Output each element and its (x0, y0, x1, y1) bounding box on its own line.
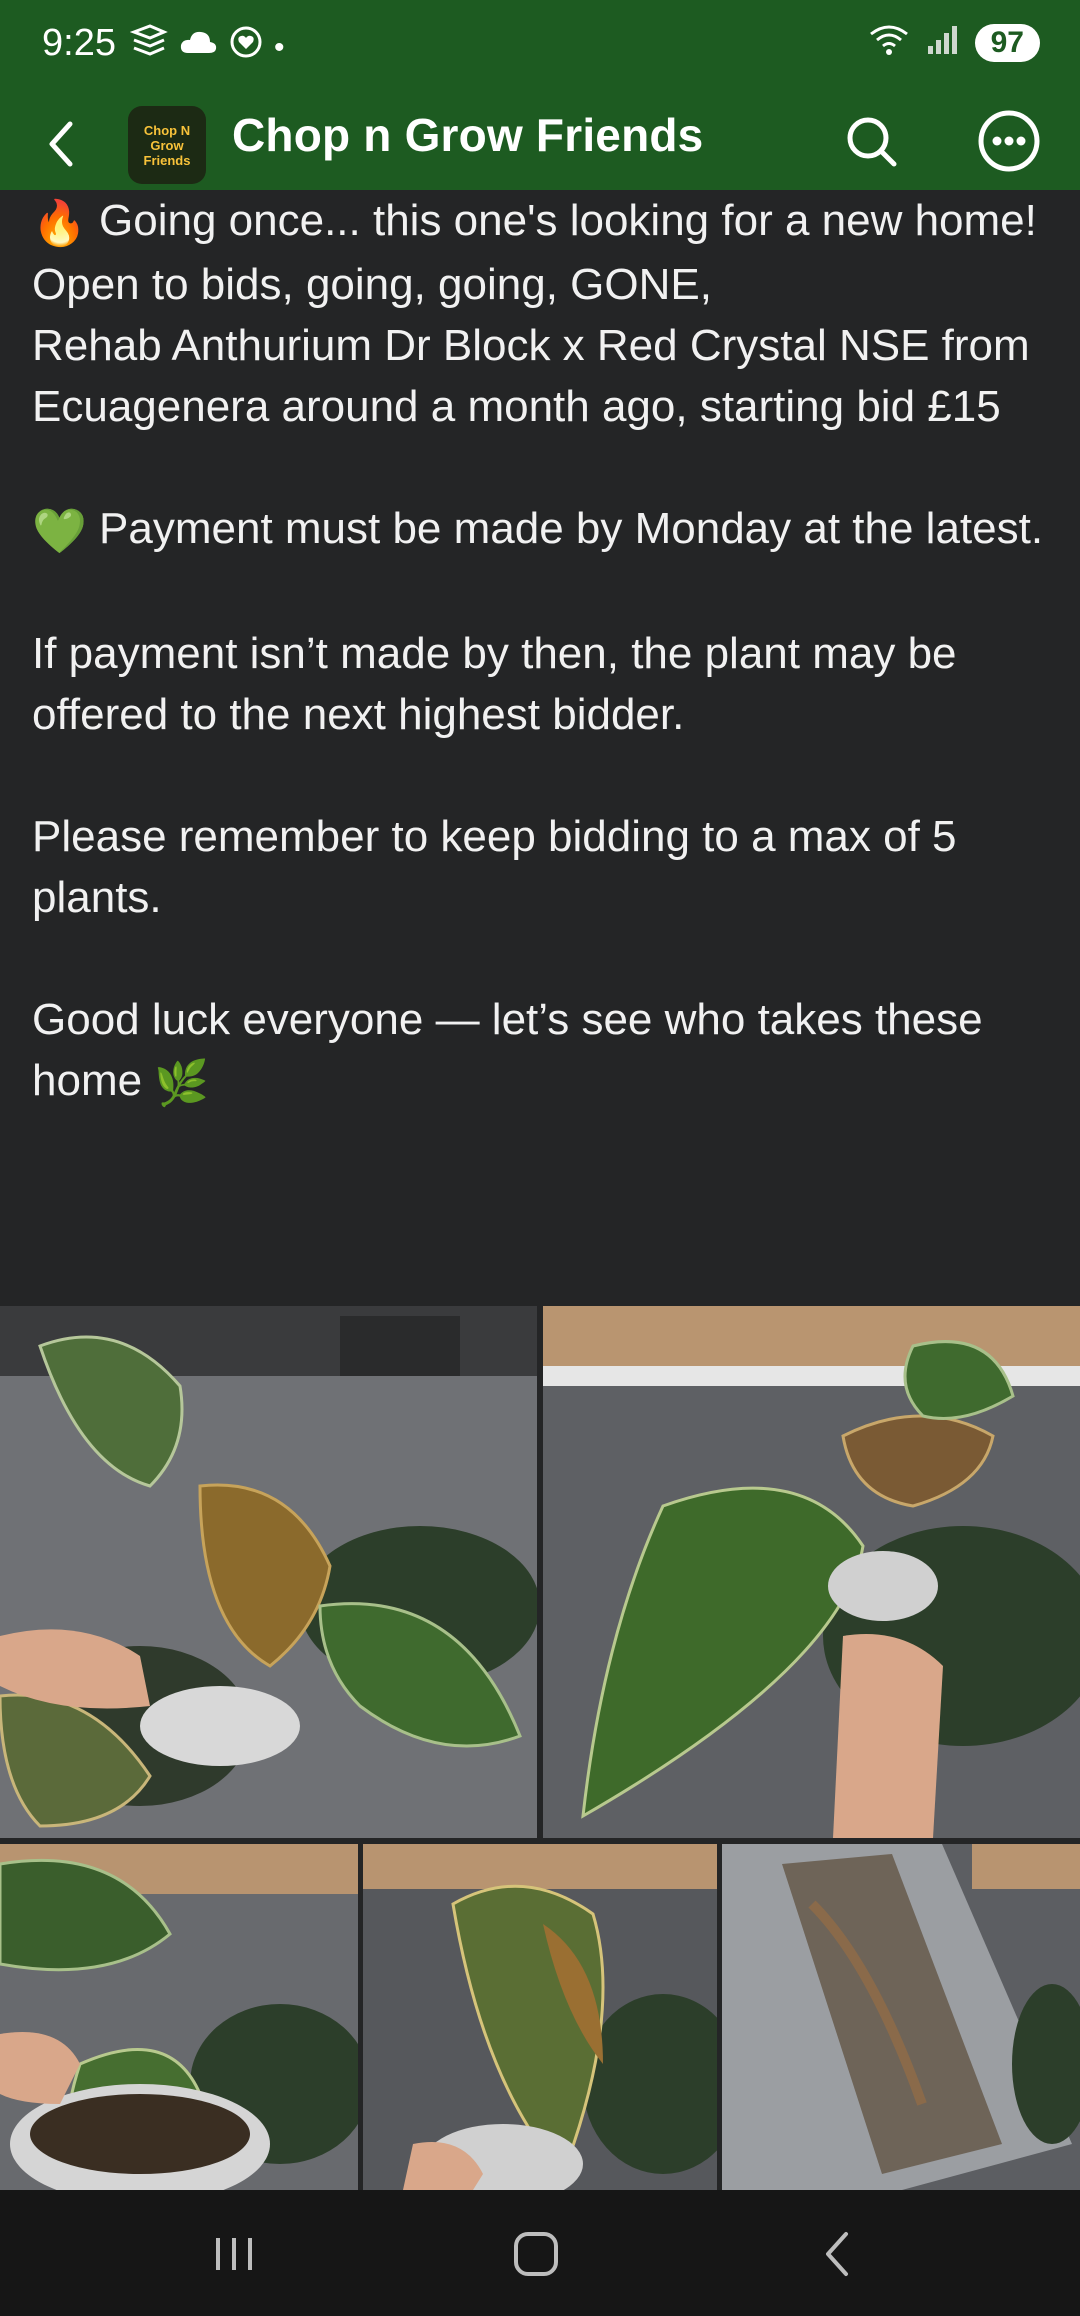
plant-photo-4[interactable] (363, 1844, 717, 2190)
back-button[interactable] (38, 114, 88, 174)
back-arrow-icon (49, 121, 73, 167)
post-line: Open to bids, going, going, GONE, (32, 259, 712, 309)
heart-badge-icon (228, 24, 264, 71)
post-line-closing: Good luck everyone — let’s see who takes… (32, 989, 1052, 1114)
group-avatar-logo: Chop N Grow Friends (143, 122, 191, 168)
post-text-line: Going once... this one's looking for a n… (99, 196, 1037, 245)
plant-photo-5[interactable] (722, 1844, 1080, 2190)
status-dot: • (274, 30, 285, 64)
search-button[interactable] (840, 110, 904, 174)
plant-photo-3[interactable] (0, 1844, 358, 2190)
post-line: Rehab Anthurium Dr Block x Red Crystal N… (32, 320, 1030, 431)
nav-back-icon (826, 2232, 848, 2276)
system-nav-bar (0, 2190, 1080, 2316)
home-icon (514, 2232, 558, 2276)
app-bar: Chop N Grow Friends Chop n Grow Friends (0, 96, 1080, 190)
recent-apps-button[interactable] (204, 2226, 264, 2282)
post-line: If payment isn’t made by then, the plant… (32, 628, 957, 739)
green-heart-emoji: 💚 (32, 506, 87, 556)
status-right-icons: 97 (867, 22, 1040, 63)
post-line-payment: 💚 Payment must be made by Monday at the … (32, 498, 1052, 562)
more-options-icon (978, 110, 1040, 172)
herb-emoji: 🌿 (154, 1058, 210, 1108)
post-line-intro: 🔥 Going once... this one's looking for a… (32, 190, 1052, 254)
battery-indicator: 97 (974, 23, 1040, 62)
home-button[interactable] (506, 2226, 566, 2282)
app-notification-icon (129, 24, 168, 71)
plant-photo-1[interactable] (0, 1306, 537, 1838)
post-line: Please remember to keep bidding to a max… (32, 811, 957, 922)
post-body: 🔥 Going once... this one's looking for a… (32, 190, 1052, 1114)
more-options-button[interactable] (976, 108, 1042, 174)
cloud-icon (178, 27, 218, 68)
status-time: 9:25 (42, 22, 116, 64)
signal-icon (925, 22, 961, 63)
search-icon (847, 117, 897, 167)
status-notification-icons: • (129, 24, 285, 71)
recent-apps-icon (216, 2238, 252, 2270)
post-text-line: Payment must be made by Monday at the la… (99, 503, 1044, 553)
wifi-icon (867, 22, 911, 63)
group-title[interactable]: Chop n Grow Friends (232, 108, 703, 162)
fire-emoji: 🔥 (32, 198, 87, 248)
plant-photo-2[interactable] (543, 1306, 1080, 1838)
group-avatar[interactable]: Chop N Grow Friends (128, 106, 206, 184)
nav-back-button[interactable] (810, 2226, 870, 2282)
status-bar: 9:25 • 97 (0, 0, 1080, 96)
